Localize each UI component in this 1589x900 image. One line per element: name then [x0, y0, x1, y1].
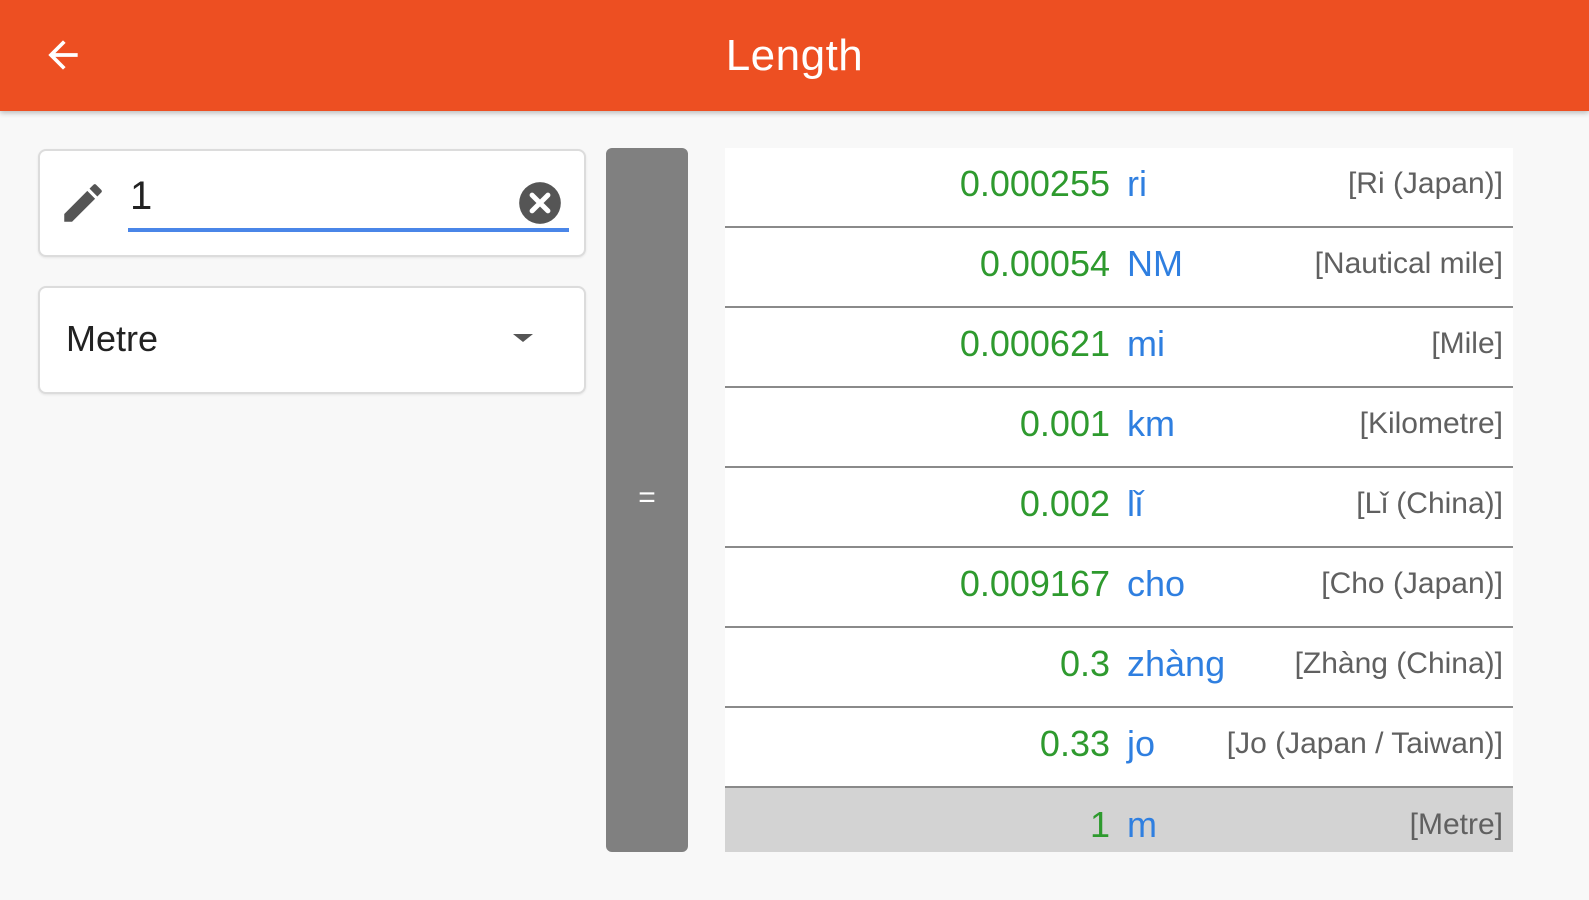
result-symbol: lǐ	[1127, 483, 1143, 524]
result-symbol: ri	[1127, 163, 1147, 204]
unit-dropdown-value: Metre	[66, 318, 159, 359]
result-value: 0.009167	[959, 563, 1110, 604]
arrow-left-icon	[48, 40, 78, 70]
result-value: 0.001	[1019, 403, 1110, 444]
result-row[interactable]: 0.009167 cho [Cho (Japan)]	[725, 548, 1513, 628]
result-unit-name: [Zhàng (China)]	[1294, 647, 1503, 680]
result-value: 0.002	[1019, 483, 1110, 524]
result-value: 0.000621	[959, 323, 1110, 364]
result-row[interactable]: 0.33 jo [Jo (Japan / Taiwan)]	[725, 708, 1513, 788]
result-row[interactable]: 0.00054 NM [Nautical mile]	[725, 228, 1513, 308]
result-symbol: km	[1127, 403, 1175, 444]
dropdown-arrow-icon[interactable]	[508, 328, 538, 348]
result-unit-name: [Nautical mile]	[1314, 247, 1503, 280]
result-symbol: mi	[1127, 323, 1165, 364]
result-unit-name: [Mile]	[1431, 327, 1503, 360]
result-symbol: m	[1127, 804, 1157, 845]
result-row[interactable]: 0.000255 ri [Ri (Japan)]	[725, 148, 1513, 228]
result-unit-name: [Jo (Japan / Taiwan)]	[1226, 727, 1503, 760]
input-underline	[128, 228, 569, 232]
result-value: 0.00054	[979, 243, 1110, 284]
results-list: 0.000255 ri [Ri (Japan)] 0.00054 NM [Nautical…	[725, 148, 1513, 852]
result-value: 0.000255	[959, 163, 1110, 204]
result-symbol: jo	[1127, 723, 1156, 764]
result-unit-name: [Metre]	[1409, 808, 1503, 841]
result-value: 1	[1089, 804, 1110, 845]
result-symbol: NM	[1127, 243, 1183, 284]
result-unit-name: [Cho (Japan)]	[1321, 567, 1503, 600]
page-title: Length	[725, 31, 864, 80]
result-row[interactable]: 1 m [Metre]	[725, 788, 1513, 852]
result-symbol: cho	[1127, 563, 1186, 604]
result-unit-name: [Lǐ (China)]	[1356, 487, 1503, 520]
value-input[interactable]	[130, 166, 505, 226]
result-row[interactable]: 0.3 zhàng [Zhàng (China)]	[725, 628, 1513, 708]
equals-button[interactable]: =	[606, 148, 688, 852]
result-unit-name: [Kilometre]	[1359, 407, 1503, 440]
back-button[interactable]	[30, 25, 96, 85]
result-row[interactable]: 0.000621 mi [Mile]	[725, 308, 1513, 388]
pencil-icon	[64, 184, 102, 222]
equals-label: =	[638, 481, 656, 514]
result-value: 0.33	[1039, 723, 1110, 764]
result-value: 0.3	[1059, 643, 1110, 684]
app-bar: Length	[0, 0, 1589, 111]
result-symbol: zhàng	[1127, 643, 1226, 684]
result-row[interactable]: 0.002 lǐ [Lǐ (China)]	[725, 468, 1513, 548]
result-row[interactable]: 0.001 km [Kilometre]	[725, 388, 1513, 468]
result-unit-name: [Ri (Japan)]	[1347, 167, 1503, 200]
clear-icon[interactable]	[515, 178, 565, 228]
